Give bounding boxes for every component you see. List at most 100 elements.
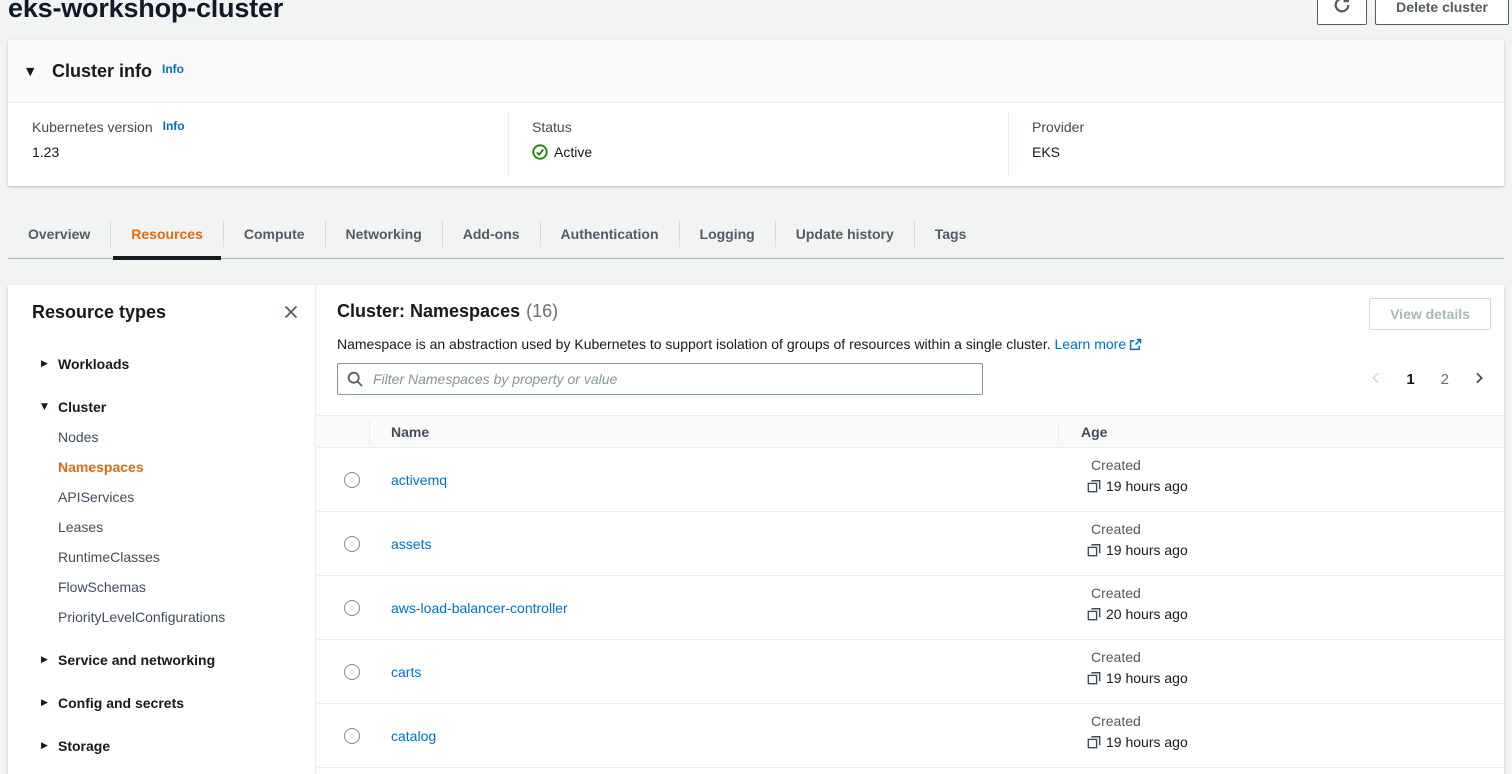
sidebar-group-storage[interactable]: ▶ Storage [8,731,315,761]
sidebar-item-flowschemas[interactable]: FlowSchemas [8,572,315,602]
sidebar-group-cluster[interactable]: ▼ Cluster [8,392,315,422]
cluster-info-header[interactable]: ▼ Cluster info Info [8,40,1504,103]
kubernetes-version-info-link[interactable]: Info [163,119,185,133]
resource-types-tree: ▶ Workloads ▼ Cluster Nodes Namespaces A… [8,349,315,761]
created-label: Created [1087,457,1188,473]
refresh-button[interactable] [1317,0,1367,25]
age-value: 19 hours ago [1106,670,1188,686]
chevron-right-icon: ▶ [41,655,58,665]
sidebar-item-runtimeclasses[interactable]: RuntimeClasses [8,542,315,572]
tab-update-history[interactable]: Update history [776,210,914,258]
sidebar-group-label: Storage [58,738,110,754]
table-row: aws-load-balancer-controller Created 20 … [317,576,1504,640]
page-number-2[interactable]: 2 [1433,371,1457,388]
table-description: Namespace is an abstraction used by Kube… [337,336,1142,352]
divider [508,113,509,175]
namespace-link-aws-load-balancer-controller[interactable]: aws-load-balancer-controller [391,600,568,616]
divider [1008,113,1009,175]
age-cell: Created 19 hours ago [1087,713,1188,750]
age-cell: Created 19 hours ago [1087,457,1188,494]
sidebar-group-label: Workloads [58,356,129,372]
resources-panel: Resource types ▶ Workloads ▼ Cluster Nod… [8,285,1504,774]
filter-input[interactable] [371,364,982,394]
namespace-link-assets[interactable]: assets [391,536,431,552]
cluster-info-body: Kubernetes version Info 1.23 Status Activ… [8,103,1504,185]
tab-compute[interactable]: Compute [224,210,325,258]
sidebar-item-nodes[interactable]: Nodes [8,422,315,452]
delete-cluster-button[interactable]: Delete cluster [1375,0,1509,25]
row-radio-catalog[interactable] [344,728,360,744]
tab-tags[interactable]: Tags [915,210,987,258]
header-actions: Delete cluster [1317,0,1509,25]
column-header-name[interactable]: Name [391,416,429,447]
namespace-link-catalog[interactable]: catalog [391,728,436,744]
row-radio-activemq[interactable] [344,472,360,488]
view-details-button[interactable]: View details [1369,298,1491,330]
tab-add-ons[interactable]: Add-ons [443,210,540,258]
copy-icon[interactable] [1087,671,1101,685]
previous-page-button[interactable] [1364,367,1388,391]
field-status: Status Active [532,119,592,160]
tab-logging[interactable]: Logging [680,210,775,258]
table-row: assets Created 19 hours ago [317,512,1504,576]
status-label: Status [532,119,592,135]
resource-types-sidebar: Resource types ▶ Workloads ▼ Cluster Nod… [8,285,316,774]
next-page-button[interactable] [1467,367,1491,391]
created-label: Created [1087,649,1188,665]
chevron-right-icon: ▶ [41,741,58,751]
namespaces-content: Cluster: Namespaces(16) View details Nam… [317,285,1504,774]
row-radio-carts[interactable] [344,664,360,680]
created-label: Created [1087,585,1188,601]
chevron-right-icon: ▶ [41,359,58,369]
kubernetes-version-label: Kubernetes version [32,119,153,135]
sidebar-group-service-and-networking[interactable]: ▶ Service and networking [8,645,315,675]
copy-icon[interactable] [1087,607,1101,621]
cluster-tabs: Overview Resources Compute Networking Ad… [8,210,1504,259]
chevron-left-icon [1369,371,1383,388]
sidebar-item-leases[interactable]: Leases [8,512,315,542]
tab-networking[interactable]: Networking [326,210,442,258]
pagination: 1 2 [1364,363,1491,395]
sidebar-item-apiservices[interactable]: APIServices [8,482,315,512]
age-cell: Created 19 hours ago [1087,521,1188,558]
row-radio-aws-load-balancer-controller[interactable] [344,600,360,616]
tab-authentication[interactable]: Authentication [541,210,679,258]
tab-overview[interactable]: Overview [8,210,110,258]
sidebar-group-config-and-secrets[interactable]: ▶ Config and secrets [8,688,315,718]
age-value: 20 hours ago [1106,606,1188,622]
description-text: Namespace is an abstraction used by Kube… [337,336,1051,352]
sidebar-item-namespaces[interactable]: Namespaces [8,452,315,482]
sidebar-close-button[interactable] [281,303,301,323]
chevron-down-icon: ▼ [41,402,58,412]
chevron-right-icon: ▶ [41,698,58,708]
sidebar-group-label: Service and networking [58,652,215,668]
namespace-link-activemq[interactable]: activemq [391,472,447,488]
tab-resources[interactable]: Resources [111,210,223,258]
external-link-icon [1126,336,1142,352]
age-cell: Created 19 hours ago [1087,649,1188,686]
cluster-info-title: Cluster info [52,61,152,82]
cluster-info-info-link[interactable]: Info [162,62,184,76]
column-header-age[interactable]: Age [1081,416,1107,447]
column-divider [369,420,370,444]
copy-icon[interactable] [1087,735,1101,749]
table-row: activemq Created 19 hours ago [317,448,1504,512]
namespace-link-carts[interactable]: carts [391,664,421,680]
sidebar-item-prioritylevelconfigurations[interactable]: PriorityLevelConfigurations [8,602,315,632]
field-provider: Provider EKS [1032,119,1084,160]
cluster-info-panel: ▼ Cluster info Info Kubernetes version In… [8,40,1504,186]
close-icon [283,304,299,323]
filter-field[interactable] [337,363,983,395]
copy-icon[interactable] [1087,479,1101,493]
status-badge: Active [554,144,592,160]
column-divider [1058,420,1059,444]
field-kubernetes-version: Kubernetes version Info 1.23 [32,119,185,160]
sidebar-group-workloads[interactable]: ▶ Workloads [8,349,315,379]
learn-more-link[interactable]: Learn more [1055,336,1143,352]
table-header: Name Age [317,415,1504,448]
copy-icon[interactable] [1087,543,1101,557]
kubernetes-version-value: 1.23 [32,144,185,160]
row-radio-assets[interactable] [344,536,360,552]
age-value: 19 hours ago [1106,542,1188,558]
page-number-1[interactable]: 1 [1398,371,1422,388]
